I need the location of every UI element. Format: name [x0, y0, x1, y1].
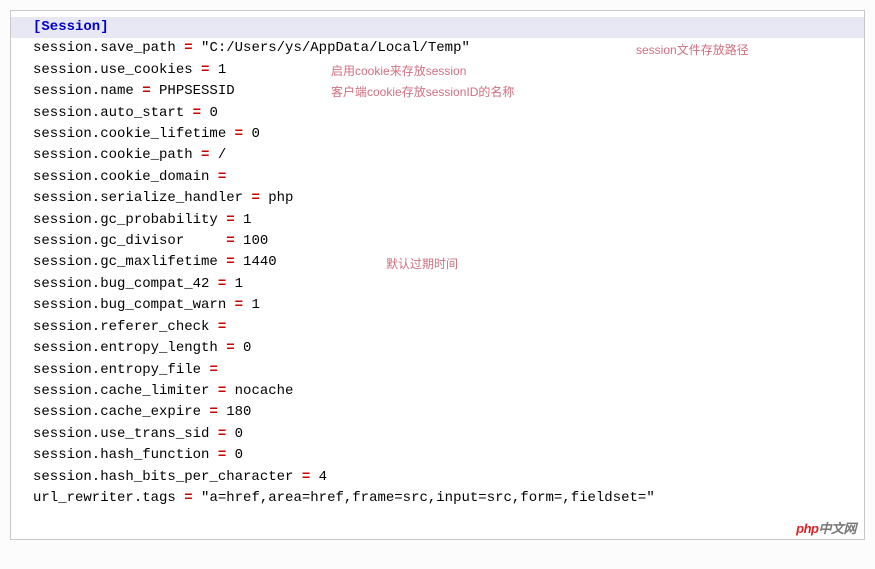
equals-sign: = [218, 319, 226, 335]
config-line: session.cookie_lifetime = 0 [11, 124, 864, 145]
cfg-val: 1 [226, 276, 243, 292]
equals-sign: = [226, 233, 234, 249]
cfg-key: session.bug_compat_warn [33, 297, 235, 313]
equals-sign: = [218, 276, 226, 292]
cfg-val: 0 [235, 340, 252, 356]
cfg-val: 0 [243, 126, 260, 142]
cfg-val: 1 [235, 212, 252, 228]
equals-sign: = [209, 362, 217, 378]
cfg-val: 0 [226, 426, 243, 442]
config-line: session.cache_expire = 180 [11, 402, 864, 423]
cfg-key: session.hash_function [33, 447, 218, 463]
cfg-val: 0 [226, 447, 243, 463]
cfg-val: 1 [243, 297, 260, 313]
cfg-val: / [209, 147, 226, 163]
equals-sign: = [226, 340, 234, 356]
equals-sign: = [226, 254, 234, 270]
config-line: session.hash_bits_per_character = 4 [11, 467, 864, 488]
code-container: [Session] session.save_path = "C:/Users/… [10, 10, 865, 540]
cfg-val: 180 [218, 404, 252, 420]
cfg-val: php [260, 190, 294, 206]
cfg-key: session.name [33, 83, 142, 99]
cfg-key: session.cookie_path [33, 147, 201, 163]
config-line: session.gc_probability = 1 [11, 210, 864, 231]
config-line: session.entropy_file = [11, 360, 864, 381]
config-line: session.hash_function = 0 [11, 445, 864, 466]
config-line: session.cookie_path = / [11, 145, 864, 166]
equals-sign: = [251, 190, 259, 206]
config-line: session.referer_check = [11, 317, 864, 338]
config-line: session.cookie_domain = [11, 167, 864, 188]
config-line: session.auto_start = 0 [11, 103, 864, 124]
cfg-val: "a=href,area=href,frame=src,input=src,fo… [193, 490, 655, 506]
equals-sign: = [209, 404, 217, 420]
cfg-key: session.cache_limiter [33, 383, 218, 399]
cfg-key: session.cookie_domain [33, 169, 218, 185]
cfg-val: nocache [226, 383, 293, 399]
annotation-save-path: session文件存放路径 [636, 41, 749, 58]
cfg-val: 1 [209, 62, 226, 78]
equals-sign: = [218, 169, 226, 185]
cfg-key: session.gc_probability [33, 212, 226, 228]
cfg-key: session.cookie_lifetime [33, 126, 235, 142]
cfg-key: session.serialize_handler [33, 190, 251, 206]
cfg-key: session.entropy_length [33, 340, 226, 356]
equals-sign: = [184, 490, 192, 506]
cfg-pad [184, 233, 226, 249]
cfg-key: session.auto_start [33, 105, 193, 121]
cfg-key: session.use_cookies [33, 62, 201, 78]
equals-sign: = [218, 426, 226, 442]
cfg-key: session.referer_check [33, 319, 218, 335]
watermark-php: php [796, 521, 818, 536]
cfg-val: 4 [310, 469, 327, 485]
cfg-key: url_rewriter.tags [33, 490, 184, 506]
cfg-val: 1440 [235, 254, 277, 270]
annotation-use-cookies: 启用cookie来存放session [331, 62, 466, 79]
cfg-key: session.gc_divisor [33, 233, 184, 249]
annotation-maxlifetime: 默认过期时间 [386, 255, 458, 272]
cfg-val: PHPSESSID [151, 83, 235, 99]
config-line: session.cache_limiter = nocache [11, 381, 864, 402]
section-header: [Session] [11, 17, 864, 38]
cfg-key: session.hash_bits_per_character [33, 469, 302, 485]
equals-sign: = [218, 447, 226, 463]
cfg-val: 0 [201, 105, 218, 121]
cfg-key: session.bug_compat_42 [33, 276, 218, 292]
equals-sign: = [235, 126, 243, 142]
config-line: session.bug_compat_42 = 1 [11, 274, 864, 295]
equals-sign: = [218, 383, 226, 399]
config-line: session.serialize_handler = php [11, 188, 864, 209]
cfg-key: session.cache_expire [33, 404, 209, 420]
config-line: url_rewriter.tags = "a=href,area=href,fr… [11, 488, 864, 509]
watermark-cn: 中文网 [818, 521, 856, 536]
equals-sign: = [193, 105, 201, 121]
equals-sign: = [142, 83, 150, 99]
config-line: session.use_trans_sid = 0 [11, 424, 864, 445]
annotation-session-name: 客户端cookie存放sessionID的名称 [331, 83, 514, 100]
cfg-key: session.use_trans_sid [33, 426, 218, 442]
cfg-val: 100 [235, 233, 269, 249]
config-line: session.entropy_length = 0 [11, 338, 864, 359]
equals-sign: = [235, 297, 243, 313]
config-line: session.gc_divisor = 100 [11, 231, 864, 252]
equals-sign: = [302, 469, 310, 485]
cfg-key: session.gc_maxlifetime [33, 254, 226, 270]
equals-sign: = [226, 212, 234, 228]
cfg-key: session.save_path [33, 40, 184, 56]
watermark: php中文网 [796, 518, 856, 537]
config-line: session.bug_compat_warn = 1 [11, 295, 864, 316]
cfg-val: "C:/Users/ys/AppData/Local/Temp" [193, 40, 470, 56]
cfg-key: session.entropy_file [33, 362, 209, 378]
equals-sign: = [184, 40, 192, 56]
